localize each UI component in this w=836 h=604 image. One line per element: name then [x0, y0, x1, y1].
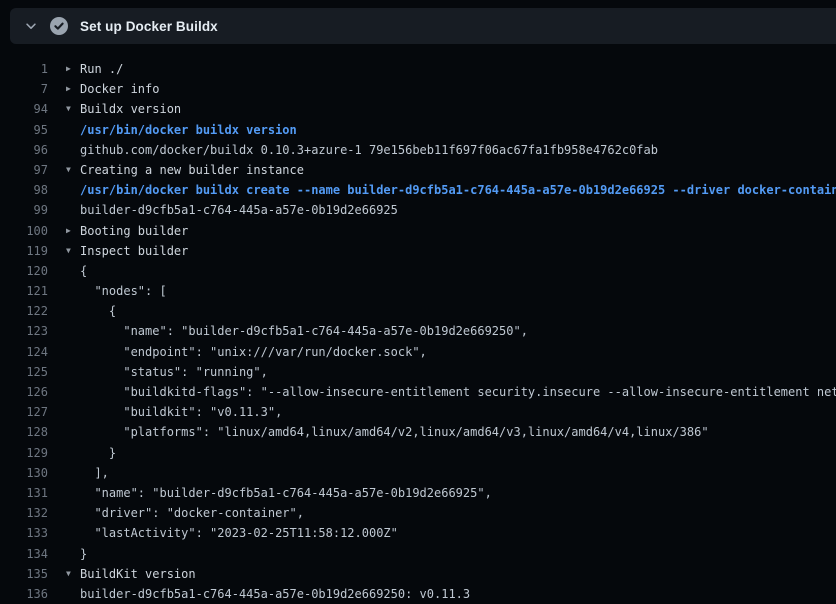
log-line-row: 129 }	[0, 443, 836, 463]
output-text: "nodes": [	[80, 281, 167, 301]
line-number[interactable]: 127	[0, 402, 48, 422]
log-line-row: 121 "nodes": [	[0, 281, 836, 301]
log-line-row: 133 "lastActivity": "2023-02-25T11:58:12…	[0, 523, 836, 543]
group-expanded-icon[interactable]: ▼	[66, 99, 80, 119]
line-number[interactable]: 7	[0, 79, 48, 99]
line-number[interactable]: 125	[0, 362, 48, 382]
group-collapsed-icon[interactable]: ▶	[66, 59, 80, 79]
output-text: "endpoint": "unix:///var/run/docker.sock…	[80, 342, 427, 362]
log-line-row: 123 "name": "builder-d9cfb5a1-c764-445a-…	[0, 321, 836, 341]
line-number[interactable]: 1	[0, 59, 48, 79]
line-number[interactable]: 128	[0, 422, 48, 442]
log-group-row[interactable]: 135 ▼BuildKit version	[0, 564, 836, 584]
output-text: }	[80, 544, 87, 564]
step-title: Set up Docker Buildx	[80, 19, 218, 34]
output-text: "driver": "docker-container",	[80, 503, 304, 523]
output-text: ],	[80, 463, 109, 483]
group-title: Run ./	[80, 59, 123, 79]
output-text: "status": "running",	[80, 362, 268, 382]
command-text: /usr/bin/docker buildx version	[80, 120, 297, 140]
line-number[interactable]: 122	[0, 301, 48, 321]
line-number[interactable]: 136	[0, 584, 48, 604]
output-text: builder-d9cfb5a1-c764-445a-a57e-0b19d2e6…	[80, 200, 398, 220]
step-header[interactable]: Set up Docker Buildx	[10, 8, 836, 44]
line-number[interactable]: 96	[0, 140, 48, 160]
group-title: Creating a new builder instance	[80, 160, 304, 180]
group-title: Booting builder	[80, 221, 188, 241]
line-number[interactable]: 119	[0, 241, 48, 261]
group-collapsed-icon[interactable]: ▶	[66, 79, 80, 99]
log-line-row: 124 "endpoint": "unix:///var/run/docker.…	[0, 342, 836, 362]
output-text: "lastActivity": "2023-02-25T11:58:12.000…	[80, 523, 398, 543]
log-line-row: 130 ],	[0, 463, 836, 483]
log-line-row: 96 github.com/docker/buildx 0.10.3+azure-…	[0, 140, 836, 160]
line-number[interactable]: 133	[0, 523, 48, 543]
log-group-row[interactable]: 119 ▼Inspect builder	[0, 241, 836, 261]
line-number[interactable]: 124	[0, 342, 48, 362]
line-number[interactable]: 131	[0, 483, 48, 503]
log-line-row: 132 "driver": "docker-container",	[0, 503, 836, 523]
output-text: "buildkitd-flags": "--allow-insecure-ent…	[80, 382, 836, 402]
log-line-row: 99 builder-d9cfb5a1-c764-445a-a57e-0b19d2…	[0, 200, 836, 220]
log-group-row[interactable]: 94 ▼Buildx version	[0, 99, 836, 119]
group-expanded-icon[interactable]: ▼	[66, 160, 80, 180]
log-viewer: 1▶Run ./7▶Docker info94▼Buildx version95…	[0, 44, 836, 604]
output-text: "name": "builder-d9cfb5a1-c764-445a-a57e…	[80, 483, 492, 503]
log-line-row: 120 {	[0, 261, 836, 281]
group-title: Buildx version	[80, 99, 181, 119]
log-line-row: 95/usr/bin/docker buildx version	[0, 120, 836, 140]
log-line-row: 128 "platforms": "linux/amd64,linux/amd6…	[0, 422, 836, 442]
group-title: Docker info	[80, 79, 159, 99]
output-text: github.com/docker/buildx 0.10.3+azure-1 …	[80, 140, 658, 160]
log-line-row: 122 {	[0, 301, 836, 321]
output-text: builder-d9cfb5a1-c764-445a-a57e-0b19d2e6…	[80, 584, 470, 604]
line-number[interactable]: 123	[0, 321, 48, 341]
output-text: {	[80, 261, 87, 281]
group-expanded-icon[interactable]: ▼	[66, 241, 80, 261]
line-number[interactable]: 126	[0, 382, 48, 402]
log-group-row[interactable]: 1 ▶Run ./	[0, 59, 836, 79]
log-line-row: 136 builder-d9cfb5a1-c764-445a-a57e-0b19d…	[0, 584, 836, 604]
line-number[interactable]: 129	[0, 443, 48, 463]
log-line-row: 126 "buildkitd-flags": "--allow-insecure…	[0, 382, 836, 402]
line-number[interactable]: 99	[0, 200, 48, 220]
line-number[interactable]: 94	[0, 99, 48, 119]
line-number[interactable]: 100	[0, 221, 48, 241]
line-number[interactable]: 132	[0, 503, 48, 523]
line-number[interactable]: 95	[0, 120, 48, 140]
log-group-row[interactable]: 97 ▼Creating a new builder instance	[0, 160, 836, 180]
chevron-down-icon[interactable]	[18, 13, 44, 39]
log-line-row: 127 "buildkit": "v0.11.3",	[0, 402, 836, 422]
log-line-row: 134}	[0, 544, 836, 564]
line-number[interactable]: 135	[0, 564, 48, 584]
group-title: Inspect builder	[80, 241, 188, 261]
log-line-row: 98/usr/bin/docker buildx create --name b…	[0, 180, 836, 200]
log-line-row: 125 "status": "running",	[0, 362, 836, 382]
check-circle-icon	[50, 17, 68, 35]
line-number[interactable]: 130	[0, 463, 48, 483]
output-text: {	[80, 301, 116, 321]
output-text: "buildkit": "v0.11.3",	[80, 402, 282, 422]
log-group-row[interactable]: 100 ▶Booting builder	[0, 221, 836, 241]
line-number[interactable]: 97	[0, 160, 48, 180]
line-number[interactable]: 121	[0, 281, 48, 301]
line-number[interactable]: 134	[0, 544, 48, 564]
group-collapsed-icon[interactable]: ▶	[66, 221, 80, 241]
line-number[interactable]: 98	[0, 180, 48, 200]
output-text: "name": "builder-d9cfb5a1-c764-445a-a57e…	[80, 321, 528, 341]
log-group-row[interactable]: 7 ▶Docker info	[0, 79, 836, 99]
line-number[interactable]: 120	[0, 261, 48, 281]
command-text: /usr/bin/docker buildx create --name bui…	[80, 180, 836, 200]
log-line-row: 131 "name": "builder-d9cfb5a1-c764-445a-…	[0, 483, 836, 503]
output-text: }	[80, 443, 116, 463]
group-expanded-icon[interactable]: ▼	[66, 564, 80, 584]
group-title: BuildKit version	[80, 564, 196, 584]
output-text: "platforms": "linux/amd64,linux/amd64/v2…	[80, 422, 709, 442]
